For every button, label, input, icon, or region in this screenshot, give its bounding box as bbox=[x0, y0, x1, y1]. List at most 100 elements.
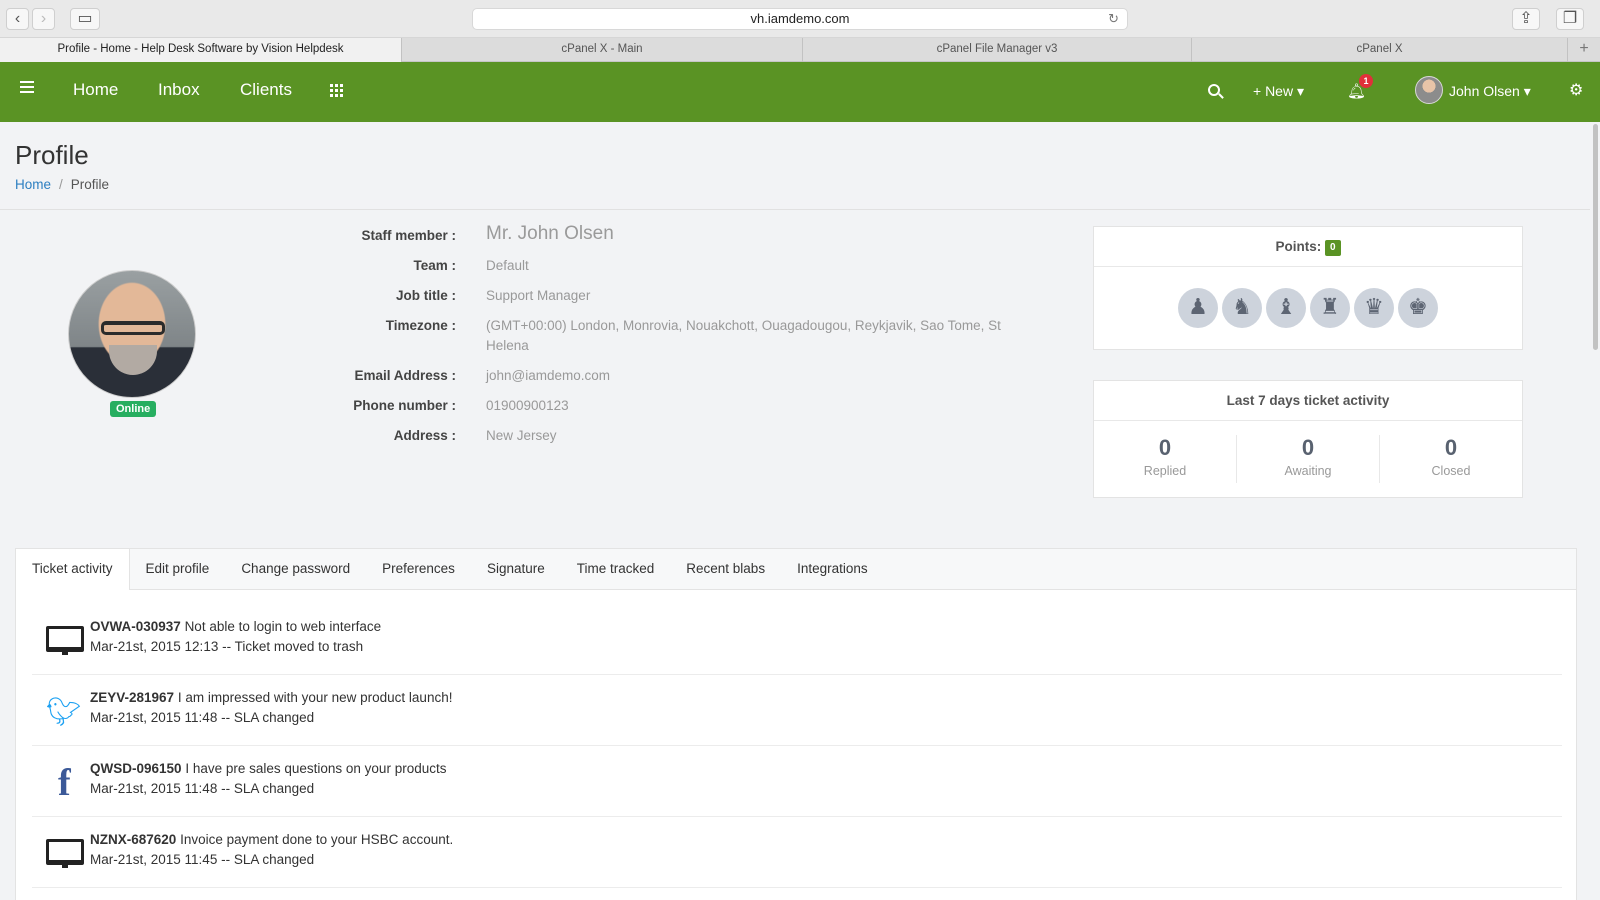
points-value: 0 bbox=[1324, 240, 1341, 256]
tab-change-password[interactable]: Change password bbox=[225, 549, 366, 589]
ticket-activity-title: Last 7 days ticket activity bbox=[1094, 381, 1522, 421]
ticket-detail: Mar-21st, 2015 11:48 -- SLA changed bbox=[90, 781, 315, 796]
stat-label: Awaiting bbox=[1284, 464, 1332, 478]
ticket-stats: 0 Replied 0 Awaiting 0 Closed bbox=[1094, 421, 1522, 497]
ticket-detail: Mar-21st, 2015 11:48 -- SLA changed bbox=[90, 710, 315, 725]
tab-preferences[interactable]: Preferences bbox=[366, 549, 471, 589]
pawn-icon: ♟ bbox=[1178, 288, 1218, 328]
facebook-icon: f bbox=[58, 762, 71, 804]
ticket-subject: Invoice payment done to your HSBC accoun… bbox=[180, 832, 454, 847]
new-tab-button[interactable]: + bbox=[1568, 38, 1600, 61]
ticket-subject: Not able to login to web interface bbox=[184, 619, 382, 634]
achievement-badges: ♟ ♞ ♝ ♜ ♛ ♚ bbox=[1094, 267, 1522, 349]
king-icon: ♚ bbox=[1398, 288, 1438, 328]
user-avatar[interactable] bbox=[1415, 76, 1443, 104]
ticket-id-link[interactable]: ZEYV-281967 bbox=[90, 690, 174, 705]
list-item[interactable]: NZNX-687620 Invoice payment done to your… bbox=[32, 817, 1562, 888]
detail-label: Job title : bbox=[396, 288, 456, 303]
list-item[interactable]: f QWSD-096150 I have pre sales questions… bbox=[32, 746, 1562, 817]
breadcrumb-home-link[interactable]: Home bbox=[15, 177, 51, 192]
tab-ticket-activity[interactable]: Ticket activity bbox=[16, 549, 130, 590]
breadcrumb: Home / Profile bbox=[15, 177, 109, 192]
points-header: Points: 0 bbox=[1094, 227, 1522, 267]
ticket-activity-list: OVWA-030937 Not able to login to web int… bbox=[15, 590, 1577, 900]
stat-value: 0 bbox=[1444, 435, 1458, 460]
detail-value: (GMT+00:00) London, Monrovia, Nouakchott… bbox=[486, 318, 1001, 353]
nav-home[interactable]: Home bbox=[73, 80, 118, 100]
browser-tab-cpanel[interactable]: cPanel X bbox=[1192, 38, 1568, 62]
points-card: Points: 0 ♟ ♞ ♝ ♜ ♛ ♚ bbox=[1093, 226, 1523, 350]
stat-label: Replied bbox=[1143, 464, 1187, 478]
stat-label: Closed bbox=[1431, 464, 1471, 478]
tab-edit-profile[interactable]: Edit profile bbox=[130, 549, 226, 589]
browser-tab-file-manager[interactable]: cPanel File Manager v3 bbox=[803, 38, 1192, 62]
new-button[interactable]: + New ▾ bbox=[1253, 83, 1304, 100]
menu-icon[interactable] bbox=[20, 81, 34, 96]
monitor-icon bbox=[46, 624, 86, 658]
avatar-beard bbox=[109, 345, 157, 375]
stat-closed: 0 Closed bbox=[1380, 435, 1522, 483]
status-badge: Online bbox=[110, 401, 157, 417]
app-header: Home Inbox Clients + New ▾ 🔔︎ 1 John Ols… bbox=[0, 62, 1600, 122]
points-label: Points: bbox=[1275, 239, 1322, 254]
nav-clients[interactable]: Clients bbox=[240, 80, 292, 100]
ticket-id-link[interactable]: OVWA-030937 bbox=[90, 619, 181, 634]
apps-grid-icon[interactable] bbox=[330, 84, 343, 97]
back-button[interactable]: ‹ bbox=[6, 8, 29, 30]
bishop-icon: ♝ bbox=[1266, 288, 1306, 328]
nav-inbox[interactable]: Inbox bbox=[158, 80, 200, 100]
detail-value: Default bbox=[486, 258, 529, 273]
ticket-activity-card: Last 7 days ticket activity 0 Replied 0 … bbox=[1093, 380, 1523, 498]
tab-signature[interactable]: Signature bbox=[471, 549, 561, 589]
tab-time-tracked[interactable]: Time tracked bbox=[561, 549, 671, 589]
forward-button[interactable]: › bbox=[32, 8, 55, 30]
ticket-id-link[interactable]: QWSD-096150 bbox=[90, 761, 182, 776]
detail-label: Address : bbox=[393, 428, 456, 443]
share-button[interactable]: ⇪ bbox=[1512, 8, 1540, 30]
list-item[interactable]: OVWA-030937 Not able to login to web int… bbox=[32, 604, 1562, 675]
rook-icon: ♜ bbox=[1310, 288, 1350, 328]
page-title: Profile bbox=[15, 140, 89, 170]
page-header: Profile Home / Profile bbox=[0, 122, 1590, 210]
detail-value: New Jersey bbox=[486, 428, 557, 443]
ticket-id-link[interactable]: NZNX-687620 bbox=[90, 832, 176, 847]
reload-icon[interactable]: ↻ bbox=[1108, 9, 1119, 29]
detail-value: Support Manager bbox=[486, 288, 591, 303]
detail-value: 01900900123 bbox=[486, 398, 569, 413]
browser-toolbar: ‹ › ▭ vh.iamdemo.com ↻ ⇪ ❐ bbox=[0, 0, 1600, 38]
list-item[interactable]: 🐦︎ ZEYV-281967 I am impressed with your … bbox=[32, 675, 1562, 746]
browser-tab-cpanel-main[interactable]: cPanel X - Main bbox=[402, 38, 803, 62]
notification-badge: 1 bbox=[1359, 74, 1373, 88]
url-text: vh.iamdemo.com bbox=[750, 11, 850, 26]
tab-integrations[interactable]: Integrations bbox=[781, 549, 884, 589]
page-scrollbar[interactable] bbox=[1592, 122, 1600, 900]
breadcrumb-separator: / bbox=[59, 177, 63, 192]
sidebar-toggle-button[interactable]: ▭ bbox=[70, 8, 100, 30]
address-bar[interactable]: vh.iamdemo.com ↻ bbox=[472, 8, 1128, 30]
browser-tabs: Profile - Home - Help Desk Software by V… bbox=[0, 38, 1600, 62]
profile-tabs: Ticket activity Edit profile Change pass… bbox=[15, 548, 1577, 590]
queen-icon: ♛ bbox=[1354, 288, 1394, 328]
twitter-icon: 🐦︎ bbox=[46, 696, 82, 727]
search-icon[interactable] bbox=[1208, 84, 1220, 96]
ticket-detail: Mar-21st, 2015 11:45 -- SLA changed bbox=[90, 852, 315, 867]
scrollbar-thumb[interactable] bbox=[1593, 124, 1598, 350]
tabs-overview-button[interactable]: ❐ bbox=[1556, 8, 1584, 30]
gear-icon[interactable]: ⚙ bbox=[1569, 80, 1583, 100]
user-menu-button[interactable]: John Olsen ▾ bbox=[1449, 83, 1531, 100]
detail-label: Phone number : bbox=[353, 398, 456, 413]
tab-recent-blabs[interactable]: Recent blabs bbox=[670, 549, 781, 589]
knight-icon: ♞ bbox=[1222, 288, 1262, 328]
breadcrumb-current: Profile bbox=[70, 177, 110, 192]
profile-avatar bbox=[68, 270, 196, 398]
stat-value: 0 bbox=[1158, 435, 1172, 460]
detail-value: Mr. John Olsen bbox=[486, 223, 614, 244]
ticket-detail: Mar-21st, 2015 12:13 -- Ticket moved to … bbox=[90, 639, 364, 654]
stat-value: 0 bbox=[1301, 435, 1315, 460]
browser-tab-profile[interactable]: Profile - Home - Help Desk Software by V… bbox=[0, 38, 402, 62]
detail-label: Timezone : bbox=[385, 318, 456, 333]
avatar-glasses bbox=[101, 321, 165, 335]
monitor-icon bbox=[46, 837, 86, 871]
detail-label: Staff member : bbox=[361, 228, 456, 243]
stat-awaiting: 0 Awaiting bbox=[1237, 435, 1380, 483]
